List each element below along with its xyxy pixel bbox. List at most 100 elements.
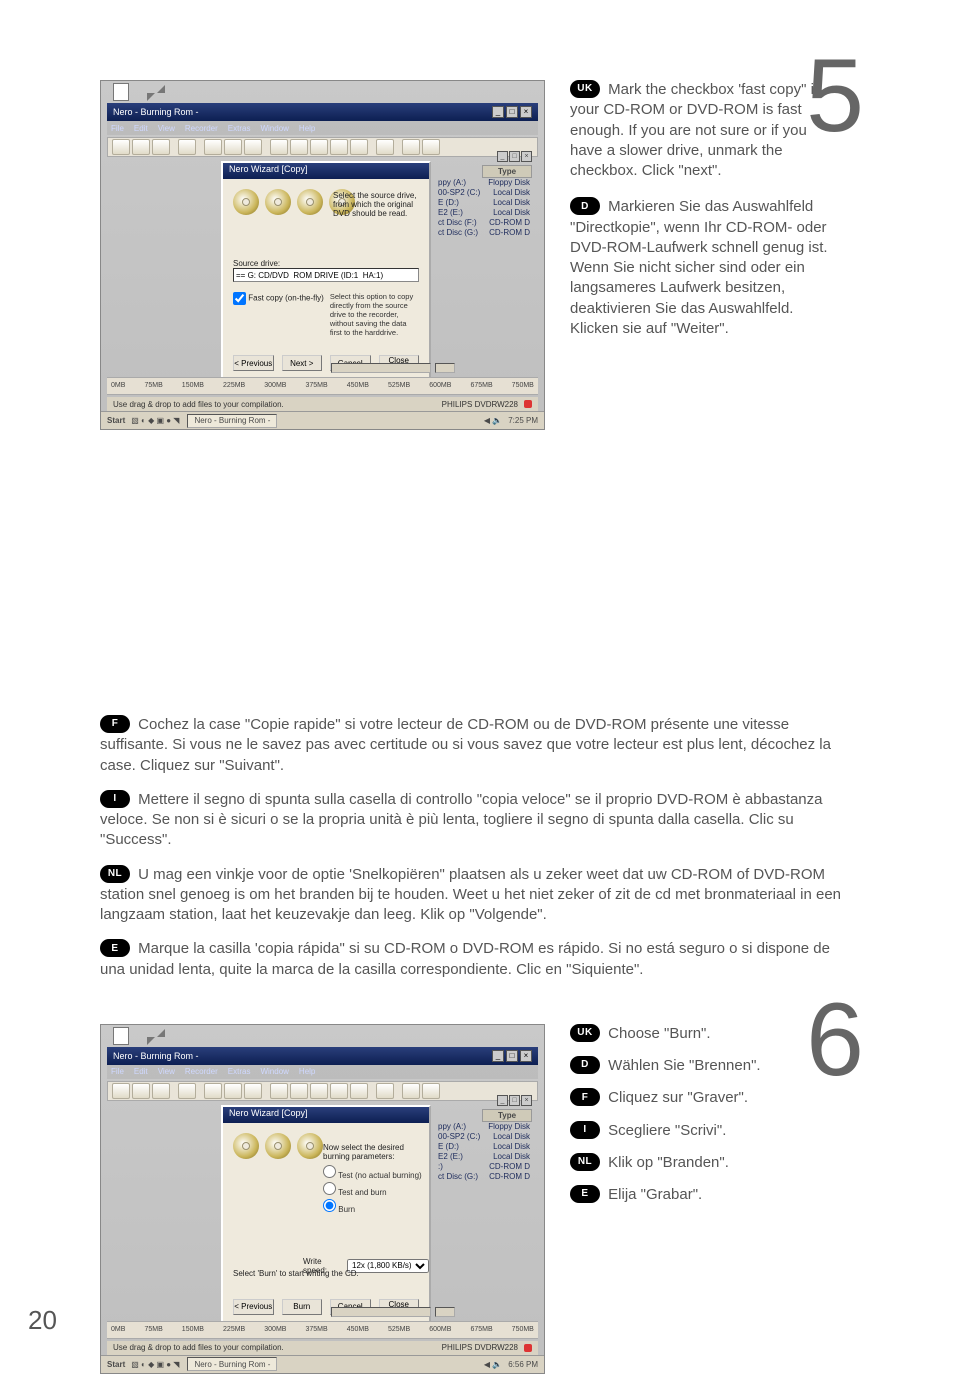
wizard-dialog: Nero Wizard [Copy] Select the source dri… (221, 161, 431, 381)
toolbar-help-icon[interactable] (402, 139, 420, 155)
close-icon[interactable]: × (520, 106, 532, 118)
start-button[interactable]: Start (107, 1360, 125, 1369)
menu-file[interactable]: File (111, 124, 124, 133)
horizontal-scrollbar[interactable] (331, 363, 431, 373)
minimize-icon[interactable]: _ (492, 106, 504, 118)
drive-row: E (D:)Local Disk (436, 198, 532, 208)
toolbar-button[interactable] (376, 139, 394, 155)
menu-recorder[interactable]: Recorder (185, 124, 218, 133)
drive-row: ct Disc (G:)CD-ROM D (436, 1172, 532, 1182)
horizontal-scrollbar[interactable] (331, 1307, 431, 1317)
toolbar-button[interactable] (290, 1083, 308, 1099)
status-device: PHILIPS DVDRW228 (442, 400, 518, 409)
toolbar-button[interactable] (270, 139, 288, 155)
doc-icon (113, 1027, 129, 1045)
menu-bar: File Edit View Recorder Extras Window He… (107, 1065, 538, 1079)
disc-icon (297, 1133, 323, 1159)
toolbar-button[interactable] (244, 139, 262, 155)
close-icon[interactable]: × (521, 1095, 532, 1106)
menu-extras[interactable]: Extras (228, 1067, 251, 1076)
taskbar: Start ▧ ◐ ◆ ▣ ● ◥ Nero - Burning Rom - ◀… (101, 411, 544, 429)
burn-button[interactable]: Burn (282, 1299, 323, 1315)
disc-icon (265, 189, 291, 215)
toolbar-button[interactable] (178, 1083, 196, 1099)
toolbar-button[interactable] (152, 1083, 170, 1099)
menu-window[interactable]: Window (260, 124, 288, 133)
taskbar-app-button[interactable]: Nero - Burning Rom - (187, 414, 277, 428)
radio-test-burn[interactable]: Test and burn (323, 1182, 422, 1197)
previous-button[interactable]: < Previous (233, 355, 274, 371)
step-number-6: 6 (806, 988, 864, 1092)
previous-button[interactable]: < Previous (233, 1299, 274, 1315)
minimize-icon[interactable]: _ (492, 1050, 504, 1062)
menu-view[interactable]: View (158, 124, 175, 133)
maximize-icon[interactable]: □ (506, 1050, 518, 1062)
maximize-icon[interactable]: □ (506, 106, 518, 118)
maximize-icon[interactable]: □ (509, 151, 520, 162)
toolbar-button[interactable] (112, 1083, 130, 1099)
menu-view[interactable]: View (158, 1067, 175, 1076)
menu-recorder[interactable]: Recorder (185, 1067, 218, 1076)
menu-edit[interactable]: Edit (134, 124, 148, 133)
menu-edit[interactable]: Edit (134, 1067, 148, 1076)
menu-file[interactable]: File (111, 1067, 124, 1076)
toolbar-button[interactable] (376, 1083, 394, 1099)
toolbar-button[interactable] (224, 1083, 242, 1099)
title-bar: Nero - Burning Rom - _ □ × (107, 1047, 538, 1065)
select-burn-text: Select 'Burn' to start writing the CD. (233, 1269, 359, 1278)
instruction-i: I Scegliere "Scrivi". (570, 1121, 830, 1141)
maximize-icon[interactable]: □ (509, 1095, 520, 1106)
toolbar-button[interactable] (132, 139, 150, 155)
toolbar-button[interactable] (350, 1083, 368, 1099)
toolbar-button[interactable] (270, 1083, 288, 1099)
menu-window[interactable]: Window (260, 1067, 288, 1076)
menu-help[interactable]: Help (299, 124, 315, 133)
toolbar-button[interactable] (152, 139, 170, 155)
next-button[interactable]: Next > (282, 355, 323, 371)
type-column-header: Type (482, 165, 532, 178)
close-icon[interactable]: × (521, 151, 532, 162)
toolbar-button[interactable] (112, 139, 130, 155)
toolbar-whats-this-icon[interactable] (422, 1083, 440, 1099)
toolbar-button[interactable] (204, 139, 222, 155)
toolbar-button[interactable] (330, 1083, 348, 1099)
toolbar-whats-this-icon[interactable] (422, 139, 440, 155)
minimize-icon[interactable]: _ (497, 151, 508, 162)
toolbar-help-icon[interactable] (402, 1083, 420, 1099)
toolbar-button[interactable] (224, 139, 242, 155)
toolbar-button[interactable] (290, 139, 308, 155)
lang-chip-uk: UK (570, 80, 600, 98)
close-icon[interactable]: × (520, 1050, 532, 1062)
nero-window: Nero - Burning Rom - _ □ × File Edit Vie… (100, 80, 545, 430)
instruction-uk: UK Mark the checkbox 'fast copy" if your… (570, 80, 830, 181)
toolbar-button[interactable] (350, 139, 368, 155)
horizontal-scrollbar[interactable] (435, 363, 455, 373)
wizard-body: Select the source drive, from which the … (223, 179, 429, 379)
taskbar-app-button[interactable]: Nero - Burning Rom - (187, 1357, 277, 1371)
minimize-icon[interactable]: _ (497, 1095, 508, 1106)
horizontal-scrollbar[interactable] (435, 1307, 455, 1317)
source-drive-dropdown[interactable] (233, 268, 419, 282)
menu-bar: File Edit View Recorder Extras Window He… (107, 121, 538, 135)
instruction-nl: NL U mag een vinkje voor de optie 'Snelk… (100, 865, 845, 926)
fast-copy-checkbox[interactable]: Fast copy (on-the-fly) (233, 292, 324, 337)
start-button[interactable]: Start (107, 416, 125, 425)
toolbar-button[interactable] (310, 139, 328, 155)
menu-extras[interactable]: Extras (228, 124, 251, 133)
instruction-uk: UK Choose "Burn". (570, 1024, 830, 1044)
radio-burn[interactable]: Burn (323, 1199, 422, 1214)
toolbar-button[interactable] (330, 139, 348, 155)
toolbar-button[interactable] (244, 1083, 262, 1099)
radio-test[interactable]: Test (no actual burning) (323, 1165, 422, 1180)
toolbar-button[interactable] (204, 1083, 222, 1099)
fast-copy-label: Fast copy (on-the-fly) (248, 294, 324, 303)
menu-help[interactable]: Help (299, 1067, 315, 1076)
toolbar-button[interactable] (132, 1083, 150, 1099)
step-number-5: 5 (806, 44, 864, 148)
drive-row: ct Disc (F:)CD-ROM D (436, 218, 532, 228)
drive-list-panel: _ □ × Type ppy (A:)Floppy Disk 00-SP2 (C… (436, 165, 532, 238)
write-speed-dropdown[interactable]: 12x (1,800 KB/s) (347, 1259, 429, 1273)
toolbar-button[interactable] (310, 1083, 328, 1099)
nero-window: Nero - Burning Rom - _ □ × File Edit Vie… (100, 1024, 545, 1374)
toolbar-button[interactable] (178, 139, 196, 155)
